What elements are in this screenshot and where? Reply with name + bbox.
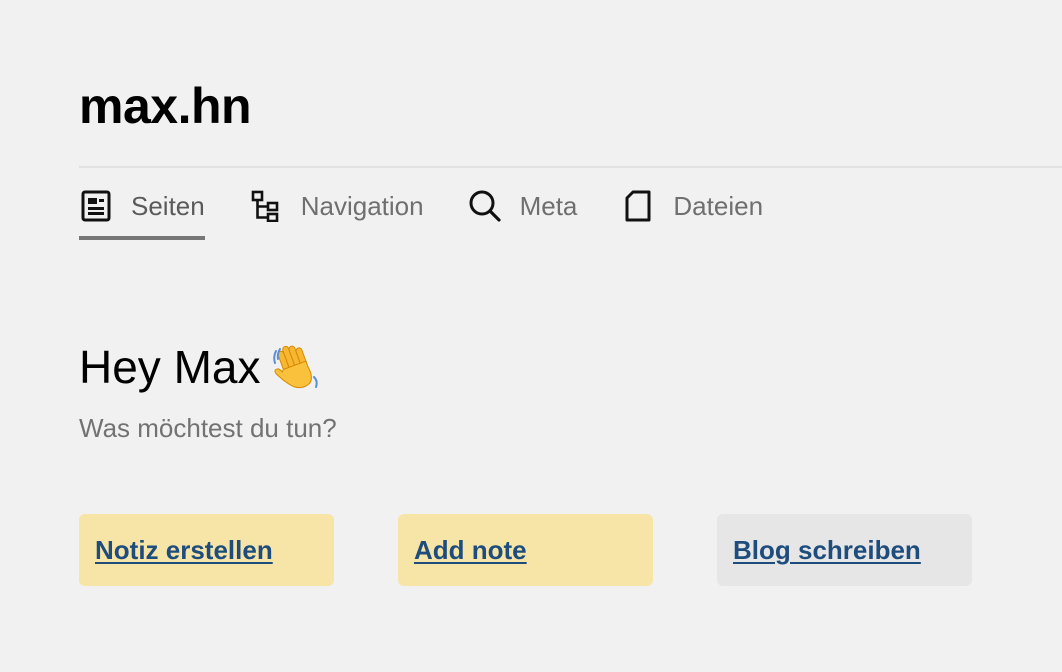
tab-dateien[interactable]: Dateien xyxy=(621,184,763,228)
tab-navigation[interactable]: Navigation xyxy=(249,184,424,228)
file-icon xyxy=(621,189,655,223)
notiz-erstellen-link[interactable]: Notiz erstellen xyxy=(95,535,273,566)
tab-label: Seiten xyxy=(131,190,205,221)
subtitle: Was möchtest du tun? xyxy=(79,413,337,443)
greeting-text: Hey Max xyxy=(79,341,261,393)
add-note-button[interactable]: Add note xyxy=(398,514,653,586)
document-list-icon xyxy=(79,189,113,223)
page: max.hn Seiten Navigation Meta Dateien He… xyxy=(0,0,1062,672)
action-buttons: Notiz erstellen Add note Blog schreiben xyxy=(79,514,972,586)
tab-label: Meta xyxy=(519,190,578,221)
tab-label: Navigation xyxy=(300,190,424,221)
main-tabs: Seiten Navigation Meta Dateien xyxy=(79,184,807,240)
header-divider xyxy=(79,166,1062,168)
search-icon xyxy=(468,189,502,223)
notiz-erstellen-button[interactable]: Notiz erstellen xyxy=(79,514,334,586)
tree-structure-icon xyxy=(249,189,283,223)
waving-hand-icon xyxy=(270,341,322,393)
blog-schreiben-link[interactable]: Blog schreiben xyxy=(733,535,921,566)
greeting-heading: Hey Max xyxy=(79,338,322,396)
site-title[interactable]: max.hn xyxy=(79,76,252,136)
tab-meta[interactable]: Meta xyxy=(468,184,578,228)
blog-schreiben-button[interactable]: Blog schreiben xyxy=(717,514,972,586)
add-note-link[interactable]: Add note xyxy=(414,535,527,566)
tab-seiten[interactable]: Seiten xyxy=(79,184,205,240)
tab-label: Dateien xyxy=(673,190,764,221)
